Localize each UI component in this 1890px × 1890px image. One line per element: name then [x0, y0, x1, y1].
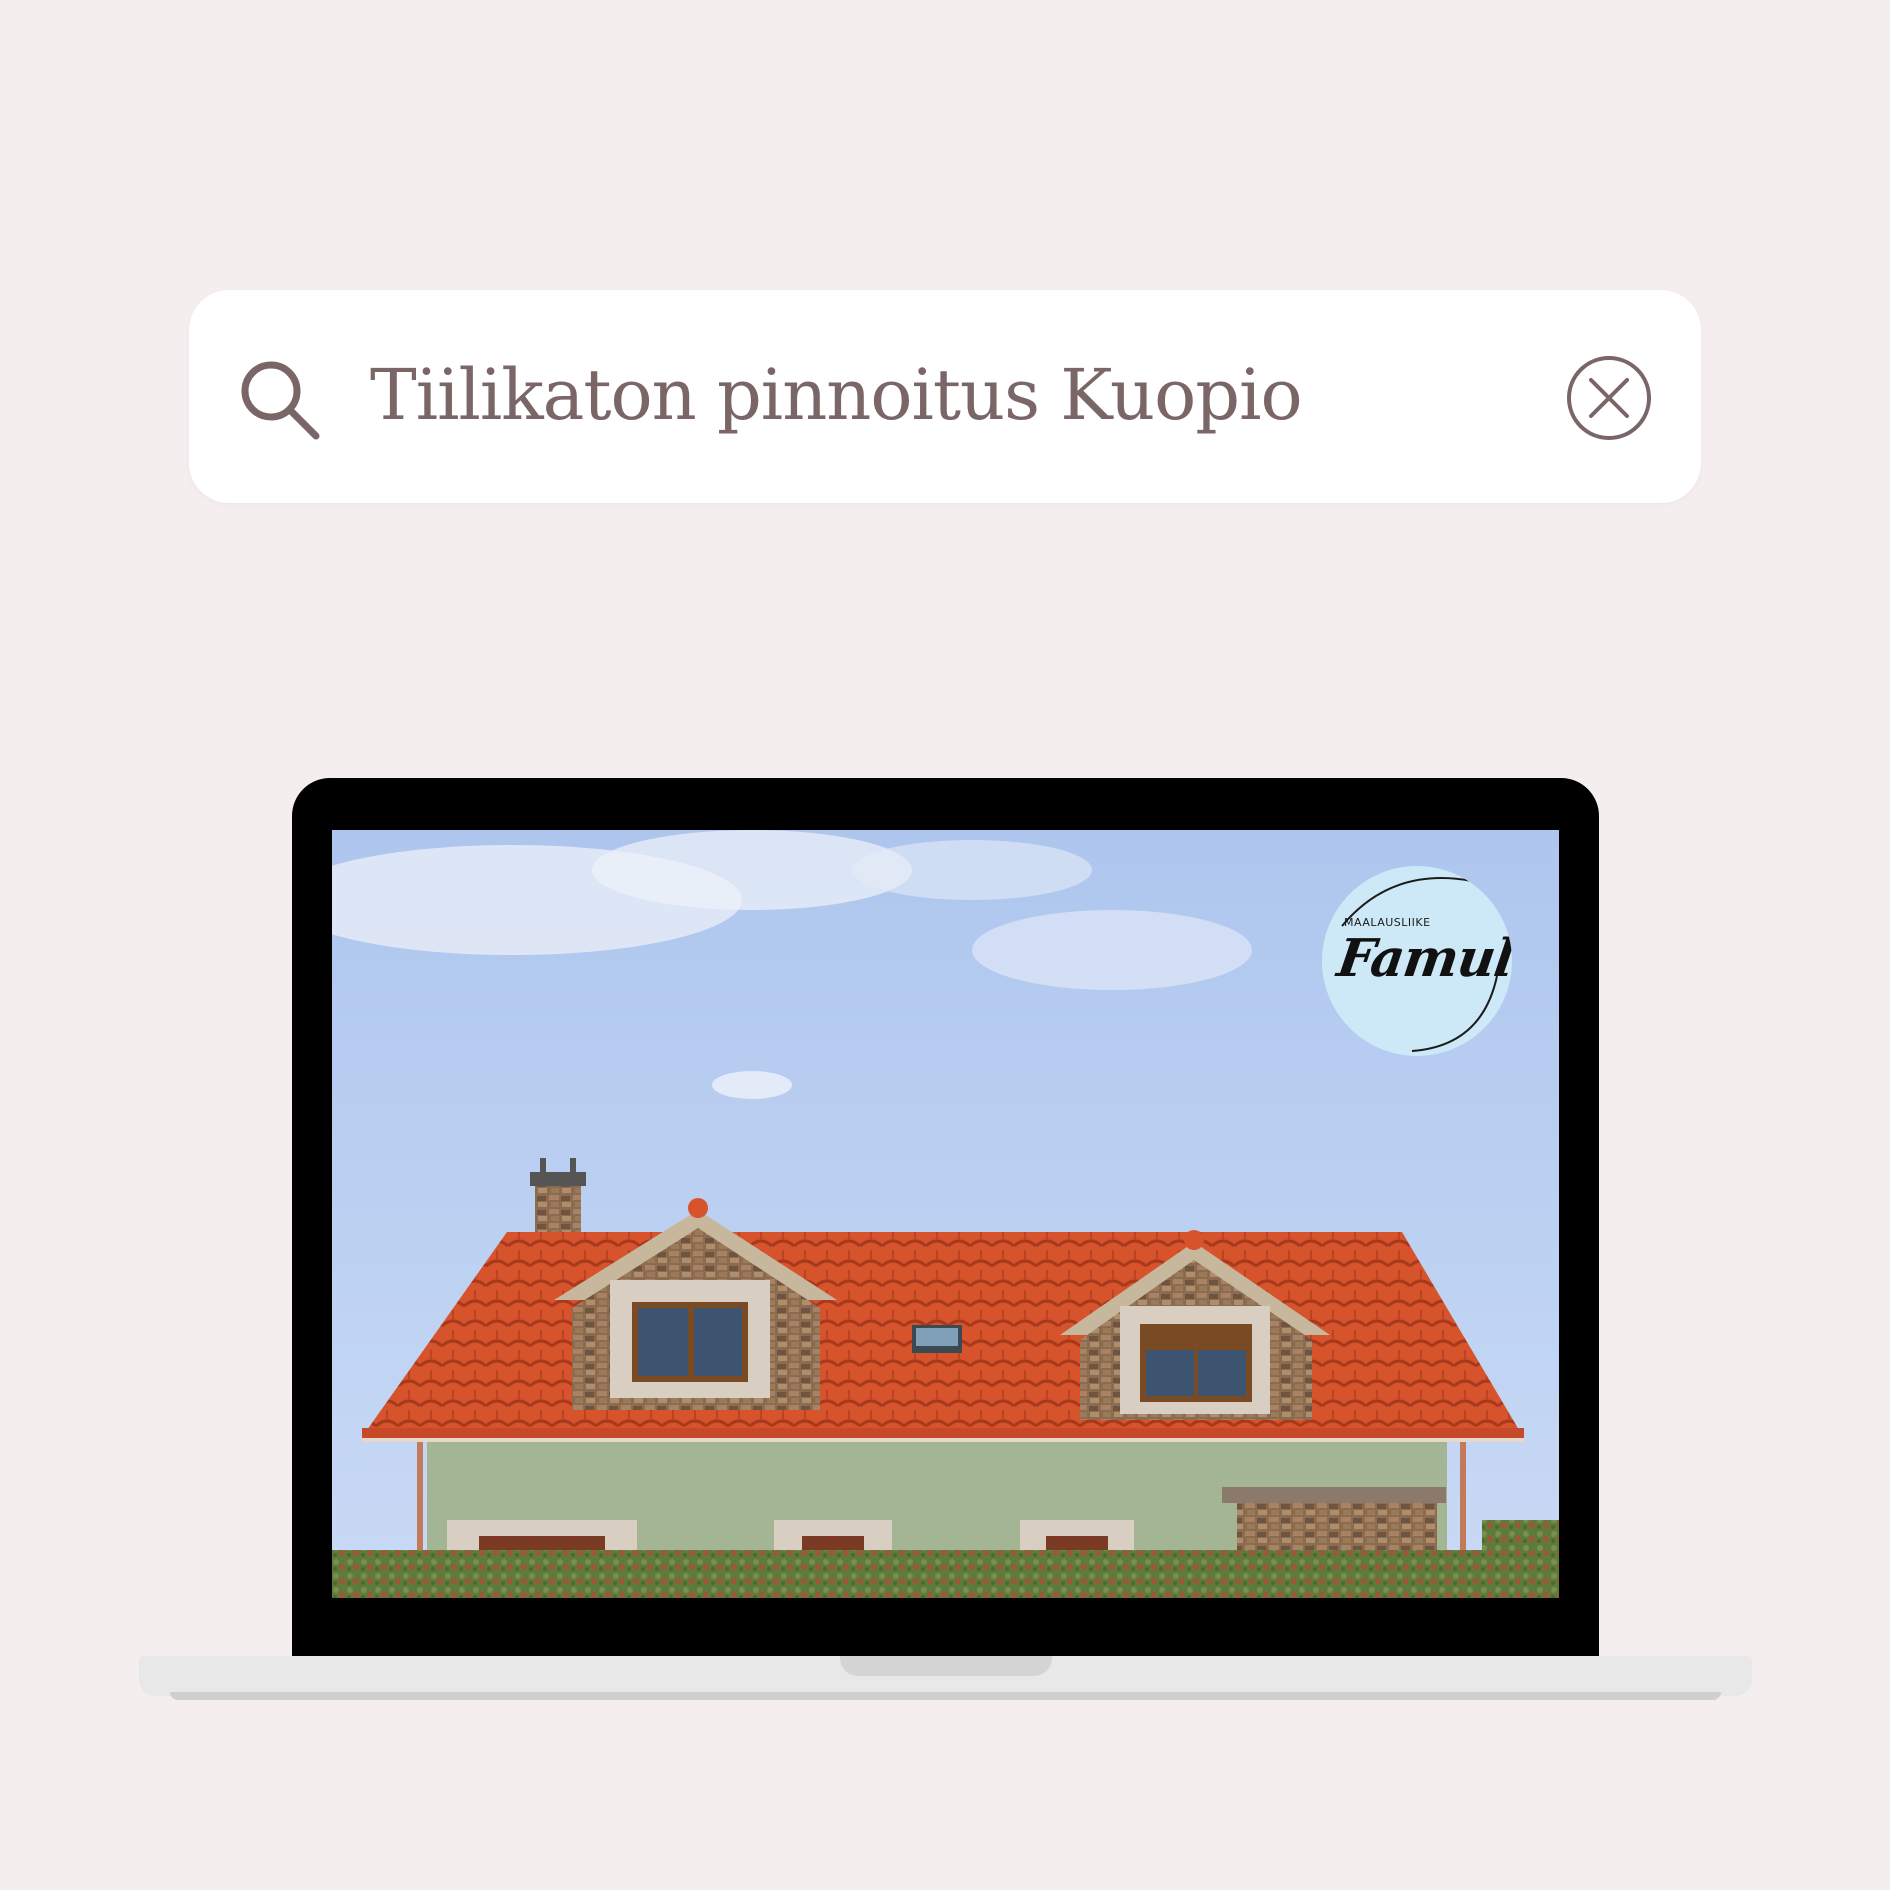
- search-input[interactable]: Tiilikaton pinnoitus Kuopio: [370, 345, 1520, 445]
- brand-logo: MAALAUSLIIKE Famula: [1322, 866, 1512, 1056]
- laptop-notch: [840, 1656, 1052, 1676]
- laptop-base-edge: [170, 1692, 1721, 1700]
- brand-script-text: Famula: [1333, 928, 1512, 989]
- search-icon: [241, 361, 320, 440]
- close-circle-icon[interactable]: [1565, 354, 1653, 442]
